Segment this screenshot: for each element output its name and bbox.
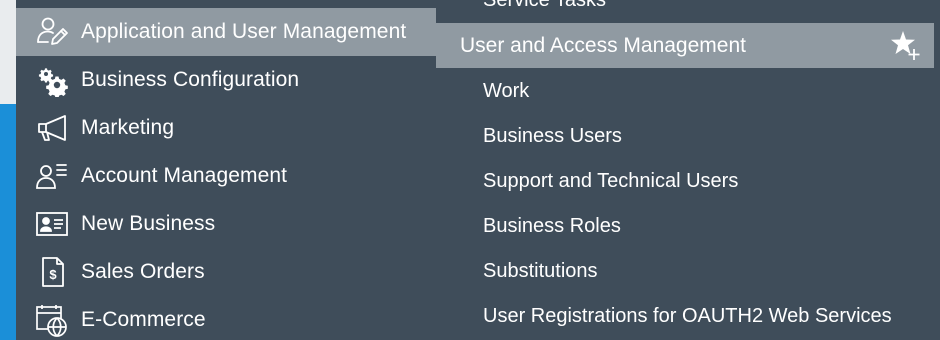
sub-item-business-users[interactable]: Business Users	[483, 122, 622, 150]
gears-icon	[34, 62, 70, 98]
globe-calendar-icon	[34, 302, 70, 338]
sub-item-support-technical-users[interactable]: Support and Technical Users	[483, 167, 738, 195]
add-favorite-icon[interactable]	[890, 29, 922, 61]
menu-item-new-business[interactable]: New Business	[16, 200, 436, 248]
user-edit-icon	[34, 14, 70, 50]
menu-item-application-user-management[interactable]: Application and User Management	[16, 8, 436, 56]
menu-item-label: Marketing	[81, 116, 175, 139]
left-menu: Application and User Management Business…	[16, 0, 436, 340]
account-list-icon	[34, 158, 70, 194]
menu-item-marketing[interactable]: Marketing	[16, 104, 436, 152]
menu-item-e-commerce[interactable]: E-Commerce	[16, 296, 436, 340]
left-edge-strip	[0, 0, 16, 340]
sub-menu-header-label: User and Access Management	[460, 33, 746, 57]
sub-item-substitutions[interactable]: Substitutions	[483, 257, 598, 285]
left-edge-strip-top	[0, 0, 16, 104]
megaphone-icon	[34, 110, 70, 146]
sub-item-user-registrations-oauth2[interactable]: User Registrations for OAUTH2 Web Servic…	[483, 302, 892, 330]
id-card-icon	[34, 206, 70, 242]
menu-item-label: Business Configuration	[81, 68, 300, 91]
sub-menu: Service Tasks User and Access Management…	[436, 0, 940, 340]
menu-item-sales-orders[interactable]: $ Sales Orders	[16, 248, 436, 296]
menu-item-label: Application and User Management	[81, 20, 407, 43]
sub-item-business-roles[interactable]: Business Roles	[483, 212, 621, 240]
menu-item-label: E-Commerce	[81, 308, 206, 331]
sub-item-work[interactable]: Work	[483, 77, 529, 105]
dollar-document-icon: $	[34, 254, 70, 290]
menu-item-business-configuration[interactable]: Business Configuration	[16, 56, 436, 104]
menu-item-label: Account Management	[81, 164, 288, 187]
menu-item-label: New Business	[81, 212, 216, 235]
menu-item-account-management[interactable]: Account Management	[16, 152, 436, 200]
menu-item-label: Sales Orders	[81, 260, 205, 283]
sub-item-service-tasks[interactable]: Service Tasks	[483, 0, 606, 12]
sub-menu-header[interactable]: User and Access Management	[436, 23, 934, 68]
svg-text:$: $	[49, 267, 57, 282]
